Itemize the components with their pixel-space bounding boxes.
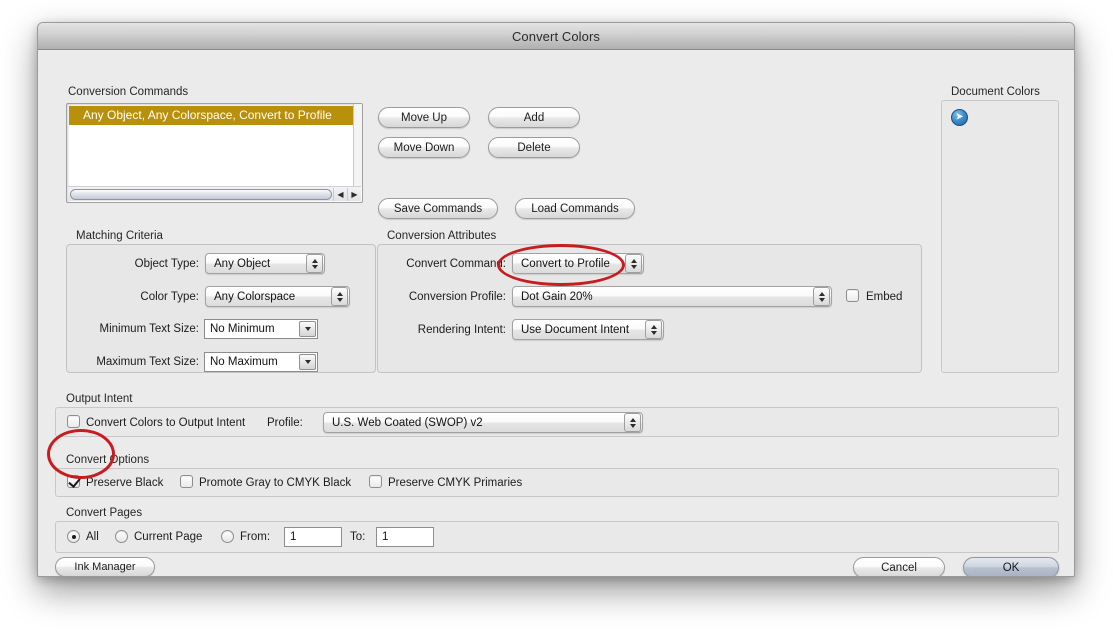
scrollbar-thumb[interactable] xyxy=(70,188,332,200)
convert-colors-dialog: Convert Colors Conversion Commands Any O… xyxy=(37,22,1075,577)
document-colors-panel[interactable]: ➤ xyxy=(941,100,1059,373)
blue-right-arrow-circle-icon[interactable]: ➤ xyxy=(951,109,968,126)
maximum-text-size-value: No Maximum xyxy=(210,356,278,368)
conversion-commands-group-label: Conversion Commands xyxy=(68,86,189,98)
chevron-updown-icon xyxy=(645,320,662,339)
add-button[interactable]: Add xyxy=(488,107,580,128)
ok-button[interactable]: OK xyxy=(963,557,1059,576)
conversion-attributes-group-label: Conversion Attributes xyxy=(387,230,497,242)
convert-command-value: Convert to Profile xyxy=(521,257,610,270)
rendering-intent-select[interactable]: Use Document Intent xyxy=(512,319,664,340)
arrow-glyph: ➤ xyxy=(955,111,964,122)
output-intent-group-label: Output Intent xyxy=(66,393,133,405)
color-type-select[interactable]: Any Colorspace xyxy=(205,286,350,307)
promote-gray-to-cmyk-black-checkbox[interactable] xyxy=(180,475,193,488)
conversion-profile-label: Conversion Profile: xyxy=(408,291,506,303)
object-type-select[interactable]: Any Object xyxy=(205,253,325,274)
dialog-titlebar: Convert Colors xyxy=(38,23,1074,50)
minimum-text-size-label: Minimum Text Size: xyxy=(99,323,199,335)
output-intent-profile-label: Profile: xyxy=(267,417,303,429)
dialog-title: Convert Colors xyxy=(511,28,601,44)
pages-range-radio[interactable] xyxy=(221,530,234,543)
maximum-text-size-combo[interactable]: No Maximum xyxy=(204,352,318,372)
convert-colors-to-output-intent-checkbox[interactable] xyxy=(67,415,80,428)
object-type-value: Any Object xyxy=(214,257,271,270)
rendering-intent-label: Rendering Intent: xyxy=(417,324,506,336)
move-up-button[interactable]: Move Up xyxy=(378,107,470,128)
scroll-right-arrow-icon[interactable]: ▶ xyxy=(347,187,361,201)
chevron-updown-icon xyxy=(306,254,323,273)
pages-to-input[interactable]: 1 xyxy=(376,527,434,547)
preserve-cmyk-primaries-label: Preserve CMYK Primaries xyxy=(388,477,523,489)
chevron-updown-icon xyxy=(813,287,830,306)
convert-command-select[interactable]: Convert to Profile xyxy=(512,253,644,274)
minimum-text-size-combo[interactable]: No Minimum xyxy=(204,319,318,339)
delete-button[interactable]: Delete xyxy=(488,137,580,158)
pages-current-page-label: Current Page xyxy=(134,531,203,543)
preserve-cmyk-primaries-checkbox[interactable] xyxy=(369,475,382,488)
listbox-horizontal-scrollbar[interactable]: ◀ ▶ xyxy=(68,186,361,201)
scroll-left-arrow-icon[interactable]: ◀ xyxy=(333,187,347,201)
minimum-text-size-value: No Minimum xyxy=(210,323,275,335)
convert-pages-group-label: Convert Pages xyxy=(66,507,143,519)
conversion-profile-select[interactable]: Dot Gain 20% xyxy=(512,286,832,307)
preserve-black-label: Preserve Black xyxy=(86,477,164,489)
embed-checkbox[interactable] xyxy=(846,289,859,302)
pages-all-label: All xyxy=(86,531,99,543)
embed-label: Embed xyxy=(866,291,903,303)
convert-colors-to-output-intent-label: Convert Colors to Output Intent xyxy=(86,417,246,429)
maximum-text-size-label: Maximum Text Size: xyxy=(96,356,199,368)
dialog-content: Conversion Commands Any Object, Any Colo… xyxy=(38,50,1074,576)
cancel-button[interactable]: Cancel xyxy=(853,557,945,576)
pages-from-input[interactable]: 1 xyxy=(284,527,342,547)
pages-current-page-radio[interactable] xyxy=(115,530,128,543)
document-colors-group-label: Document Colors xyxy=(951,86,1040,98)
matching-criteria-group-label: Matching Criteria xyxy=(76,230,163,242)
save-commands-button[interactable]: Save Commands xyxy=(378,198,498,219)
pages-from-label: From: xyxy=(240,531,271,543)
pages-to-label: To: xyxy=(350,531,366,543)
rendering-intent-value: Use Document Intent xyxy=(521,323,630,336)
load-commands-button[interactable]: Load Commands xyxy=(515,198,635,219)
convert-pages-panel xyxy=(55,521,1059,553)
move-down-button[interactable]: Move Down xyxy=(378,137,470,158)
chevron-down-icon[interactable] xyxy=(299,354,316,370)
conversion-commands-list: Any Object, Any Colorspace, Convert to P… xyxy=(69,106,360,186)
convert-command-label: Convert Command: xyxy=(406,258,506,270)
chevron-down-icon[interactable] xyxy=(299,321,316,337)
listbox-vertical-track[interactable] xyxy=(353,104,362,187)
object-type-label: Object Type: xyxy=(134,258,199,270)
conversion-profile-value: Dot Gain 20% xyxy=(521,290,593,303)
pages-all-radio[interactable] xyxy=(67,530,80,543)
output-intent-profile-select[interactable]: U.S. Web Coated (SWOP) v2 xyxy=(323,412,643,433)
chevron-updown-icon xyxy=(624,413,641,432)
promote-gray-to-cmyk-black-label: Promote Gray to CMYK Black xyxy=(199,477,352,489)
list-item[interactable]: Any Object, Any Colorspace, Convert to P… xyxy=(69,106,360,125)
preserve-black-checkbox[interactable] xyxy=(67,475,80,488)
color-type-value: Any Colorspace xyxy=(214,290,296,303)
convert-options-group-label: Convert Options xyxy=(66,454,150,466)
ink-manager-button[interactable]: Ink Manager xyxy=(55,557,155,576)
conversion-commands-listbox[interactable]: Any Object, Any Colorspace, Convert to P… xyxy=(66,103,363,203)
color-type-label: Color Type: xyxy=(140,291,199,303)
chevron-updown-icon xyxy=(331,287,348,306)
output-intent-profile-value: U.S. Web Coated (SWOP) v2 xyxy=(332,416,483,429)
chevron-updown-icon xyxy=(625,254,642,273)
